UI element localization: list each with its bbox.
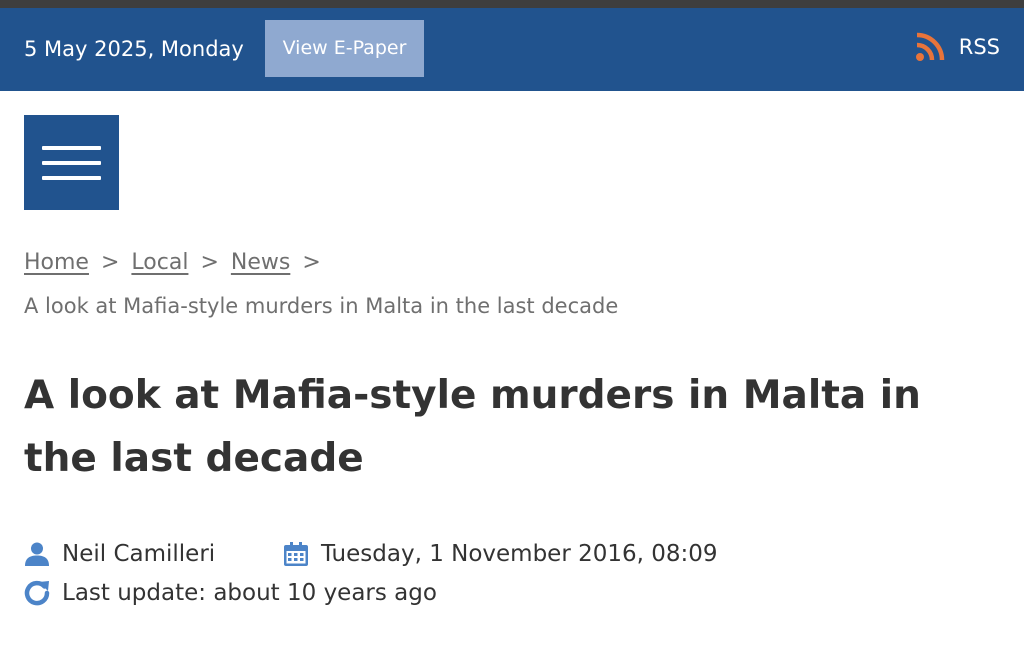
- menu-bar-top: [42, 146, 101, 150]
- breadcrumb-link-local[interactable]: Local: [131, 250, 188, 275]
- rss-link[interactable]: RSS: [915, 32, 1000, 62]
- top-strip: [0, 0, 1024, 8]
- last-update-text: Last update: about 10 years ago: [62, 580, 437, 606]
- author-name: Neil Camilleri: [62, 541, 216, 567]
- article-author: Neil Camilleri: [24, 537, 215, 571]
- user-icon: [25, 542, 49, 566]
- breadcrumb-separator: >: [100, 250, 120, 275]
- breadcrumb-link-home[interactable]: Home: [24, 250, 89, 275]
- rss-icon: [915, 32, 944, 61]
- article-date: Tuesday, 1 November 2016, 08:09: [283, 537, 718, 571]
- view-epaper-button[interactable]: View E-Paper: [265, 20, 424, 77]
- article-last-update: Last update: about 10 years ago: [24, 576, 437, 610]
- article-title: A look at Mafia-style murders in Malta i…: [24, 373, 921, 481]
- menu-bar-bottom: [42, 176, 101, 180]
- breadcrumb-current-page: A look at Mafia-style murders in Malta i…: [24, 294, 619, 318]
- breadcrumb-link-news[interactable]: News: [231, 250, 290, 275]
- breadcrumb-separator: >: [200, 250, 219, 275]
- breadcrumb-separator: >: [302, 250, 321, 275]
- refresh-icon: [24, 580, 50, 606]
- breadcrumb: Home > Local > News >: [24, 247, 333, 279]
- publish-date: Tuesday, 1 November 2016, 08:09: [321, 541, 718, 567]
- menu-bar-middle: [42, 161, 101, 165]
- calendar-icon: [284, 542, 308, 566]
- top-bar: 5 May 2025, Monday View E-Paper RSS: [0, 8, 1024, 91]
- menu-button[interactable]: [24, 115, 119, 210]
- current-date: 5 May 2025, Monday: [24, 37, 244, 61]
- rss-label: RSS: [958, 35, 1000, 59]
